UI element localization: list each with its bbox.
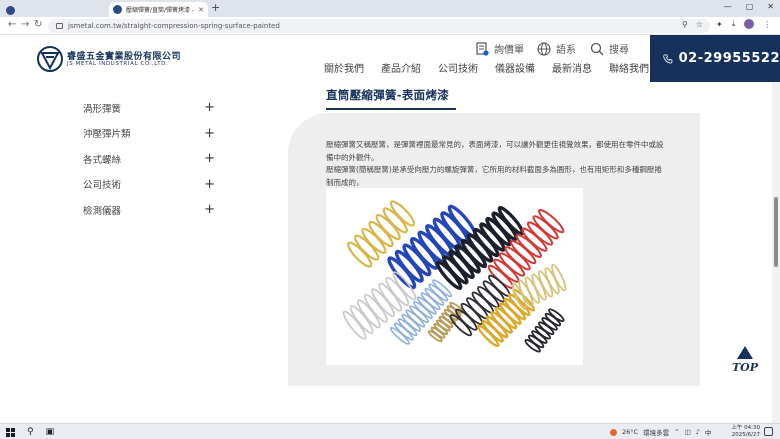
- back-to-top-button[interactable]: TOP: [730, 346, 760, 378]
- new-tab-icon[interactable]: +: [211, 1, 220, 14]
- globe-icon: [537, 41, 551, 56]
- inquiry-list-icon: [476, 41, 489, 56]
- plus-icon[interactable]: +: [204, 178, 215, 191]
- product-description: 壓縮彈簧又稱壓簧，是彈簧裡面最常見的，表面烤漆，可以讓外觀更佳視覺效果，都使用在…: [326, 139, 664, 189]
- close-window-icon[interactable]: ✕: [767, 2, 774, 11]
- product-photo-springs: [326, 188, 583, 365]
- sidebar-item-label: 沖壓彈片類: [83, 129, 131, 141]
- toolbar-actions: ✦ ⤓ ⋮: [716, 19, 771, 29]
- page-title: 直筒壓縮彈簧-表面烤漆: [326, 88, 450, 102]
- site-favicon-icon: [113, 5, 122, 14]
- weather-status: 環境多雲: [643, 429, 670, 437]
- title-underline: [326, 108, 456, 110]
- site-info-icon[interactable]: [56, 23, 63, 29]
- plus-icon[interactable]: +: [204, 203, 215, 216]
- nav-about[interactable]: 關於我們: [324, 60, 364, 75]
- back-icon[interactable]: ←: [8, 19, 16, 30]
- search-label: 搜尋: [609, 45, 629, 56]
- plus-icon[interactable]: +: [204, 152, 215, 165]
- nav-contact[interactable]: 聯絡我們: [609, 60, 649, 75]
- system-tray: 26°C 環境多雲 ⌃ ◫ ♪ 中: [610, 427, 711, 437]
- ime-indicator[interactable]: 中: [705, 427, 712, 437]
- taskbar-search-icon[interactable]: ⚲: [27, 427, 34, 437]
- plus-icon[interactable]: +: [204, 127, 215, 140]
- clock-date: 2025/6/27: [731, 432, 760, 438]
- zoom-icon[interactable]: ⚲: [682, 20, 688, 29]
- sidebar: 渦形彈簧 + 沖壓彈片類 + 各式螺絲 + 公司技術 + 檢測儀器 +: [83, 95, 215, 223]
- sidebar-item-label: 各式螺絲: [83, 154, 122, 166]
- star-icon[interactable]: ☆: [696, 20, 703, 29]
- search-link[interactable]: 搜尋: [590, 41, 629, 56]
- tab-title: 壓縮彈簧/直筒/彈簧烤漆 - 睿盛...: [126, 7, 195, 14]
- description-paragraph: 壓縮彈簧又稱壓簧，是彈簧裡面最常見的，表面烤漆，可以讓外觀更佳視覺效果，都使用在…: [326, 140, 664, 162]
- window-controls: — ▢ ✕: [724, 2, 774, 11]
- network-icon[interactable]: ◫: [685, 428, 691, 436]
- site-header: 睿盛五金實業股份有限公司 JS METAL INDUSTRIAL CO.,LTD…: [0, 35, 780, 82]
- description-paragraph: 壓縮彈簧(簡稱壓簧)是承受向壓力的螺旋彈簧，它所用的材料截面多為圓形，也有用矩形…: [326, 165, 662, 187]
- phone-icon: [663, 53, 673, 64]
- volume-icon[interactable]: ♪: [696, 428, 700, 436]
- address-bar[interactable]: jsmetal.com.tw/straight-compression-spri…: [48, 19, 710, 33]
- reload-icon[interactable]: ↻: [34, 19, 42, 30]
- language-label: 語系: [556, 45, 576, 56]
- download-icon[interactable]: ⤓: [732, 19, 736, 29]
- company-logo-icon[interactable]: [37, 46, 63, 72]
- clock-time: 上午 04:30: [731, 425, 760, 431]
- sidebar-item-spiral-springs[interactable]: 渦形彈簧 +: [83, 95, 215, 121]
- nav-technology[interactable]: 公司技術: [438, 60, 478, 75]
- tray-expand-icon[interactable]: ⌃: [674, 428, 679, 436]
- taskbar-left: ⚲ ▣: [6, 427, 54, 437]
- maximize-icon[interactable]: ▢: [746, 2, 754, 11]
- url-text: jsmetal.com.tw/straight-compression-spri…: [68, 22, 280, 30]
- plus-icon[interactable]: +: [204, 101, 215, 114]
- sidebar-item-stamping[interactable]: 沖壓彈片類 +: [83, 121, 215, 147]
- profile-icon[interactable]: [744, 19, 755, 29]
- page-content: 渦形彈簧 + 沖壓彈片類 + 各式螺絲 + 公司技術 + 檢測儀器 + 直筒壓縮…: [0, 82, 780, 423]
- forward-icon[interactable]: →: [21, 19, 29, 30]
- scrollbar-thumb[interactable]: [774, 197, 778, 267]
- main-nav: 關於我們 產品介紹 公司技術 儀器設備 最新消息 聯絡我們: [324, 60, 666, 75]
- top-label: TOP: [732, 361, 759, 374]
- sidebar-item-instruments[interactable]: 檢測儀器 +: [83, 197, 215, 223]
- nav-news[interactable]: 最新消息: [552, 60, 592, 75]
- page-title-block: 直筒壓縮彈簧-表面烤漆: [326, 87, 456, 110]
- sidebar-item-technology[interactable]: 公司技術 +: [83, 172, 215, 198]
- inquiry-label: 詢價單: [494, 45, 524, 56]
- task-view-icon[interactable]: ▣: [46, 427, 55, 437]
- sidebar-item-label: 公司技術: [83, 180, 122, 192]
- nav-equipment[interactable]: 儀器設備: [495, 60, 535, 75]
- sidebar-item-label: 檢測儀器: [83, 205, 122, 217]
- browser-tab-active[interactable]: 壓縮彈簧/直筒/彈簧烤漆 - 睿盛... ✕: [109, 2, 208, 17]
- minimize-icon[interactable]: —: [724, 2, 732, 11]
- language-selector[interactable]: 語系: [537, 41, 576, 56]
- arrow-up-icon: [737, 346, 753, 359]
- os-taskbar: ⚲ ▣ 26°C 環境多雲 ⌃ ◫ ♪ 中 上午 04:30 2025/6/27: [0, 423, 780, 439]
- content-panel-tail: [600, 352, 700, 386]
- brand-name-en[interactable]: JS METAL INDUSTRIAL CO.,LTD.: [67, 61, 168, 67]
- browser-tab-bar: 壓縮彈簧/直筒/彈簧烤漆 - 睿盛... ✕ + — ▢ ✕: [0, 0, 780, 17]
- inquiry-link[interactable]: 詢價單: [475, 41, 524, 56]
- sidebar-item-label: 渦形彈簧: [83, 103, 122, 115]
- search-icon: [590, 42, 604, 55]
- browser-tab[interactable]: [6, 3, 96, 17]
- site-favicon-icon: [6, 5, 15, 15]
- notification-icon[interactable]: [764, 427, 773, 436]
- nav-products[interactable]: 產品介紹: [381, 60, 421, 75]
- sidebar-item-screws[interactable]: 各式螺絲 +: [83, 146, 215, 172]
- tab-close-icon[interactable]: ✕: [198, 6, 204, 14]
- menu-icon[interactable]: ⋮: [763, 20, 771, 29]
- phone-box[interactable]: 02-29955522: [650, 35, 780, 82]
- address-bar-actions: ⚲ ☆: [682, 20, 703, 29]
- browser-toolbar: ← → ↻ jsmetal.com.tw/straight-compressio…: [0, 17, 780, 35]
- windows-start-icon[interactable]: [6, 427, 15, 437]
- weather-temperature: 26°C: [622, 428, 639, 436]
- taskbar-clock[interactable]: 上午 04:30 2025/6/27: [730, 425, 760, 439]
- weather-icon[interactable]: [610, 428, 617, 436]
- extensions-icon[interactable]: ✦: [716, 20, 723, 29]
- phone-number: 02-29955522: [678, 51, 780, 66]
- page-scrollbar[interactable]: [772, 82, 780, 423]
